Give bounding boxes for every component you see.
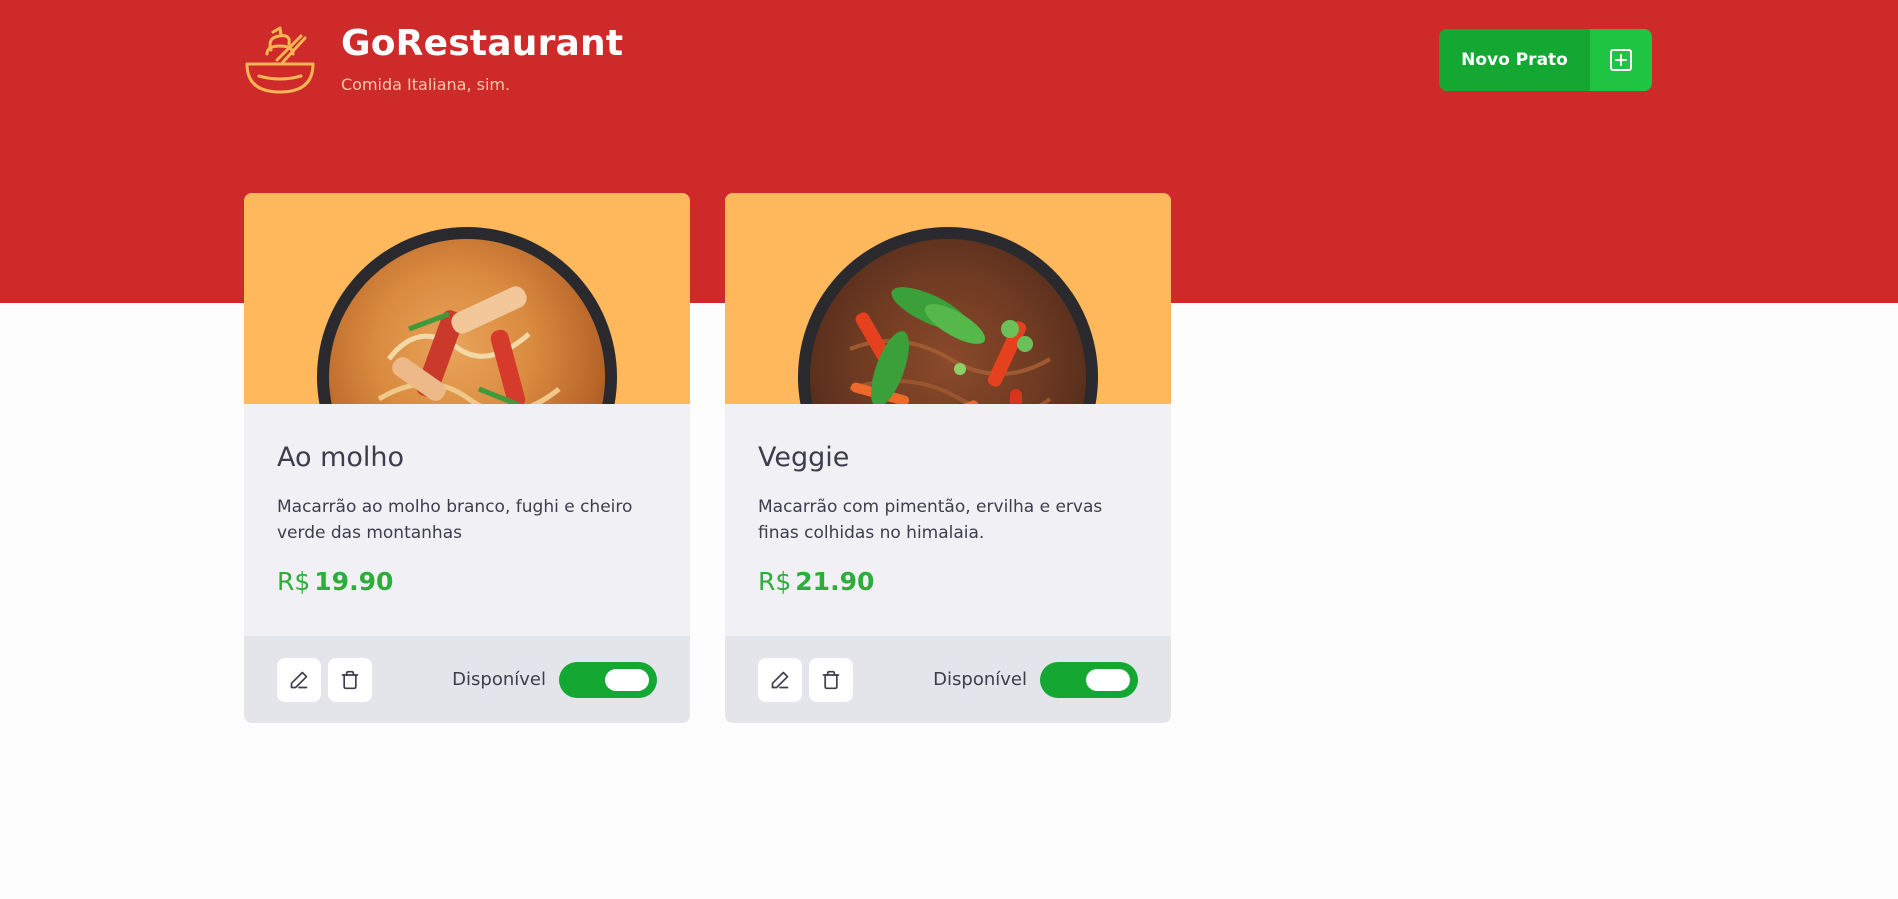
pencil-icon — [771, 671, 789, 688]
price-value: 21.90 — [795, 567, 875, 596]
delete-button[interactable] — [809, 657, 853, 702]
plate — [317, 227, 617, 404]
availability-toggle[interactable] — [1040, 661, 1138, 698]
dish-name: Ao molho — [277, 442, 405, 473]
dish-name: Veggie — [758, 442, 850, 473]
edit-button[interactable] — [277, 657, 321, 702]
pencil-icon — [290, 671, 308, 688]
dish-price: R$ 19.90 — [277, 566, 657, 598]
new-dish-label: Novo Prato — [1439, 29, 1590, 91]
delete-button[interactable] — [328, 657, 372, 702]
card-footer: Disponível — [725, 636, 1171, 723]
card-footer: Disponível — [244, 636, 690, 723]
toggle-knob — [1086, 668, 1130, 691]
price-currency: R$ — [758, 567, 792, 596]
plus-square-icon — [1590, 29, 1652, 91]
dish-image — [244, 193, 690, 404]
dish-image — [725, 193, 1171, 404]
plate — [798, 227, 1098, 404]
availability-label: Disponível — [933, 669, 1027, 690]
brand-title: GoRestaurant — [341, 23, 624, 64]
availability-toggle[interactable] — [559, 661, 657, 698]
dish-description: Macarrão ao molho branco, fughi e cheiro… — [277, 497, 633, 543]
new-dish-button[interactable]: Novo Prato — [1439, 29, 1652, 91]
brand: GoRestaurant Comida Italiana, sim. — [243, 24, 623, 96]
dish-price: R$ 21.90 — [758, 566, 1138, 598]
availability-label: Disponível — [452, 669, 546, 690]
edit-button[interactable] — [758, 657, 802, 702]
trash-icon — [341, 670, 359, 689]
dish-card: Ao molho Macarrão ao molho branco, fughi… — [244, 193, 690, 723]
dish-card: Veggie Macarrão com pimentão, ervilha e … — [725, 193, 1171, 723]
toggle-knob — [605, 668, 649, 691]
brand-subtitle: Comida Italiana, sim. — [341, 75, 511, 94]
bowl-icon — [245, 26, 315, 94]
trash-icon — [822, 670, 840, 689]
availability: Disponível — [933, 661, 1138, 698]
dish-description: Macarrão com pimentão, ervilha e ervas f… — [758, 497, 1103, 543]
availability: Disponível — [452, 661, 657, 698]
price-value: 19.90 — [314, 567, 394, 596]
price-currency: R$ — [277, 567, 311, 596]
